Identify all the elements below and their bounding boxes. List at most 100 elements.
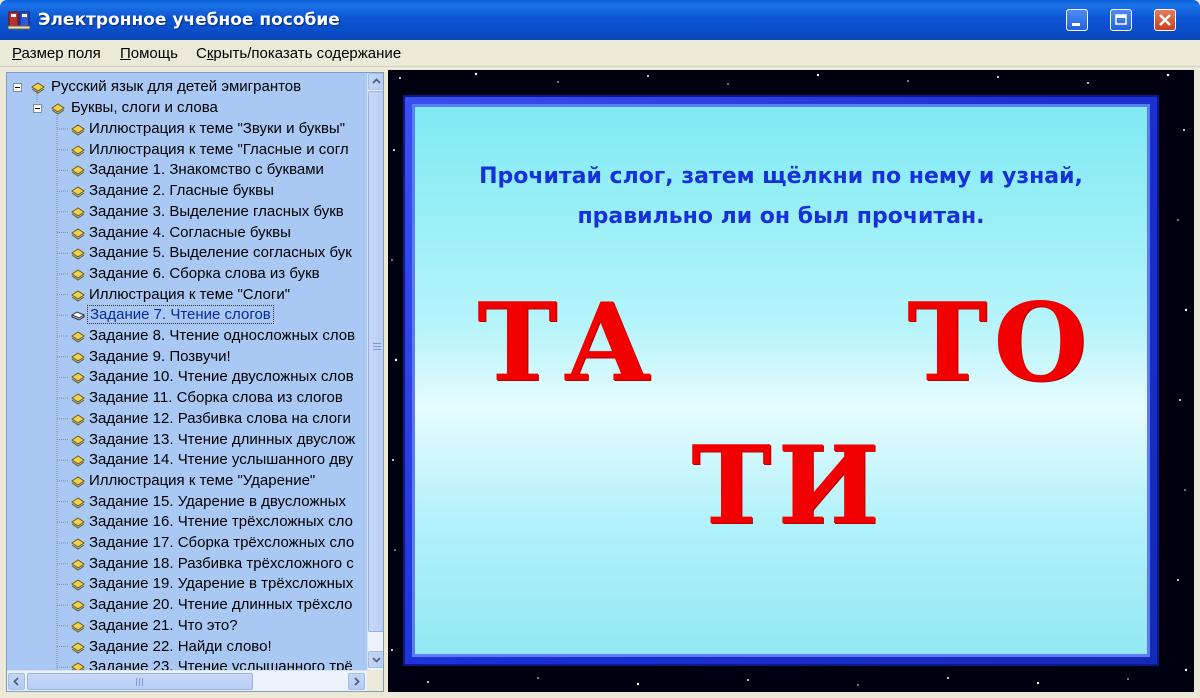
book-icon: [71, 393, 85, 405]
horizontal-scrollbar[interactable]: [7, 670, 367, 691]
window-title: Электронное учебное пособие: [38, 10, 340, 30]
scroll-left-button[interactable]: [8, 673, 25, 690]
syllable-ta[interactable]: ТА: [477, 289, 657, 397]
book-icon: [71, 579, 85, 591]
menu-help[interactable]: Помощь: [120, 45, 178, 62]
menu-toggle-contents-pre: С: [196, 45, 207, 62]
book-icon: [71, 434, 85, 447]
menu-bar: Размер поля Помощь Скрыть/показать содер…: [0, 40, 1200, 67]
tree-item-label: Задание 6. Сборка слова из букв: [89, 264, 320, 282]
arrow-right-icon: [354, 677, 360, 686]
tree-item-label: Задание 15. Ударение в двусложных: [89, 492, 347, 510]
arrow-left-icon: [13, 677, 19, 686]
book-icon: [71, 145, 85, 157]
tree-root-label: Русский язык для детей эмигрантов: [51, 78, 302, 95]
book-icon: [71, 186, 85, 198]
menu-toggle-contents[interactable]: Скрыть/показать содержание: [196, 45, 401, 62]
arrow-down-icon: [372, 657, 381, 663]
book-icon: [71, 414, 85, 426]
book-icon: [71, 227, 85, 240]
tree-item-label: Иллюстрация к теме "Ударение": [89, 471, 316, 489]
tree-item-label: Задание 18. Разбивка трёхсложного с: [89, 554, 354, 572]
book-icon: [71, 269, 85, 281]
exercise-card-inner: Прочитай слог, затем щёлкни по нему и уз…: [412, 104, 1150, 657]
tree-item-label: Задание 14. Чтение услышанного дву: [89, 451, 354, 469]
book-icon: [71, 331, 85, 343]
arrow-up-icon: [372, 78, 381, 84]
minimize-icon: [1072, 23, 1080, 26]
tree-item-label: Задание 9. Позвучи!: [89, 347, 231, 365]
hscroll-thumb[interactable]: [27, 673, 253, 690]
title-bar[interactable]: Электронное учебное пособие: [0, 0, 1200, 40]
book-icon: [71, 559, 85, 571]
close-icon: [1159, 14, 1171, 26]
scroll-thumb[interactable]: [368, 91, 383, 632]
maximize-icon: [1115, 14, 1127, 25]
syllable-ti[interactable]: ТИ: [691, 432, 885, 540]
book-icon: [51, 103, 65, 115]
tree-item-label: Задание 17. Сборка трёхсложных сло: [89, 534, 355, 551]
contents-tree[interactable]: Русский язык для детей эмигрантов Буквы,…: [6, 72, 384, 692]
book-icon: [71, 289, 85, 302]
tree-item-label: Задание 22. Найди слово!: [89, 637, 272, 655]
tree-item-label: Задание 7. Чтение слогов: [87, 305, 274, 325]
tree-item-label: Задание 5. Выделение согласных бук: [89, 244, 352, 262]
instruction-line-2: правильно ли он был прочитан.: [577, 204, 985, 229]
exercise-panel: Прочитай слог, затем щёлкни по нему и уз…: [388, 70, 1194, 692]
minimize-button[interactable]: [1066, 9, 1088, 31]
tree-item-label: Задание 10. Чтение двусложных слов: [89, 368, 354, 386]
book-icon: [71, 165, 85, 177]
menu-help-label: омощь: [130, 45, 178, 62]
book-icon: [71, 641, 85, 654]
open-book-icon: [71, 311, 85, 321]
menu-field-size-label: азмер поля: [21, 45, 101, 62]
scrollbar-corner: [367, 670, 383, 691]
menu-toggle-contents-label: рыть/показать содержание: [213, 45, 402, 62]
instruction-text: Прочитай слог, затем щёлкни по нему и уз…: [415, 157, 1147, 237]
book-icon: [71, 372, 85, 384]
tree-item-label: Иллюстрация к теме "Гласные и согл: [89, 140, 349, 158]
tree-item-label: Задание 4. Согласные буквы: [89, 223, 291, 241]
scroll-right-button[interactable]: [348, 673, 365, 690]
book-icon: [71, 538, 85, 550]
tree-item-label: Задание 1. Знакомство с буквами: [89, 161, 324, 179]
collapse-toggle[interactable]: [33, 104, 42, 113]
collapse-toggle[interactable]: [13, 83, 22, 92]
book-icon: [71, 476, 85, 488]
book-icon: [71, 248, 85, 260]
tree-section-label: Буквы, слоги и слова: [71, 99, 218, 116]
book-icon: [31, 82, 45, 94]
exercise-card: Прочитай слог, затем щёлкни по нему и уз…: [403, 95, 1159, 666]
book-icon: [71, 621, 85, 633]
book-icon: [71, 517, 85, 529]
book-icon: [71, 600, 85, 612]
book-icon: [71, 455, 85, 467]
app-icon: [8, 11, 30, 30]
tree-item-label: Задание 21. Что это?: [89, 616, 238, 634]
tree-item-label: Задание 8. Чтение односложных слов: [89, 327, 356, 344]
tree-item-label: Задание 12. Разбивка слова на слоги: [89, 409, 351, 427]
tree-item-label: Задание 3. Выделение гласных букв: [89, 202, 344, 220]
tree-item-label: Иллюстрация к теме "Звуки и буквы": [89, 120, 346, 137]
maximize-button[interactable]: [1110, 9, 1132, 31]
instruction-line-1: Прочитай слог, затем щёлкни по нему и уз…: [479, 164, 1083, 189]
menu-field-size-accel: Р: [12, 45, 22, 62]
menu-help-accel: П: [120, 45, 131, 62]
scroll-up-button[interactable]: [368, 73, 383, 90]
close-button[interactable]: [1154, 9, 1176, 31]
syllable-to[interactable]: ТО: [907, 289, 1093, 397]
tree-item-label: Иллюстрация к теме "Слоги": [89, 285, 291, 303]
book-icon: [71, 352, 85, 364]
vertical-scrollbar[interactable]: [367, 73, 383, 670]
tree-item-label: Задание 16. Чтение трёхсложных сло: [89, 513, 353, 531]
book-icon: [71, 496, 85, 509]
tree-item-label: Задание 2. Гласные буквы: [89, 182, 274, 200]
tree-item-label: Задание 13. Чтение длинных двуслож: [89, 430, 356, 448]
book-icon: [71, 124, 85, 136]
tree-item-label: Задание 19. Ударение в трёхсложных: [89, 575, 354, 593]
tree-item-label: Задание 20. Чтение длинных трёхсло: [89, 596, 353, 614]
book-icon: [71, 207, 85, 219]
scroll-down-button[interactable]: [368, 651, 383, 668]
tree-item-label: Задание 11. Сборка слова из слогов: [89, 389, 343, 407]
menu-field-size[interactable]: Размер поля: [12, 45, 101, 62]
